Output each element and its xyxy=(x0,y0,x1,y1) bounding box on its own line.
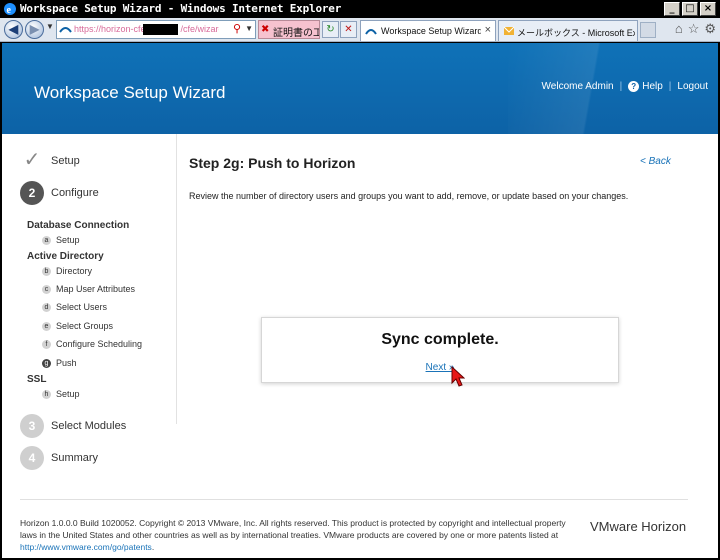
logout-link[interactable]: Logout xyxy=(677,81,708,92)
forward-arrow-icon[interactable]: ▶ xyxy=(25,20,44,39)
group-active-directory: Active Directory xyxy=(27,251,104,262)
maximize-button[interactable]: □ xyxy=(682,2,698,16)
site-favicon-icon xyxy=(59,27,72,33)
next-link[interactable]: Next » xyxy=(262,362,618,373)
ie-icon: e xyxy=(4,3,16,16)
patents-link[interactable]: http://www.vmware.com/go/patents xyxy=(20,542,152,552)
step-setup[interactable]: ✓ Setup xyxy=(20,149,80,173)
substep-letter: f xyxy=(42,339,51,349)
substep-letter: c xyxy=(42,284,51,294)
substep-directory[interactable]: b Directory xyxy=(42,266,92,276)
step-number: 2 xyxy=(20,181,44,205)
substep-letter: d xyxy=(42,302,51,312)
help-label: Help xyxy=(642,81,663,92)
step-number: 3 xyxy=(20,414,44,438)
step-label: Select Modules xyxy=(51,420,127,432)
sync-status-panel: Sync complete. Next » xyxy=(261,317,619,383)
window-frame xyxy=(0,42,2,560)
tab-label: メールボックス - Microsoft Exch... xyxy=(517,28,635,38)
help-link[interactable]: ? Help xyxy=(628,81,663,92)
refresh-icon[interactable]: ↻ xyxy=(322,21,339,38)
footer-copyright: Horizon 1.0.0.0 Build 1020052. Copyright… xyxy=(20,517,580,553)
page-title: Workspace Setup Wizard xyxy=(34,83,226,102)
certificate-error-tab[interactable]: ✖ 証明書の工... xyxy=(258,20,320,39)
outlook-icon xyxy=(503,26,515,35)
substep-label: Setup xyxy=(56,235,80,245)
svg-text:e: e xyxy=(7,5,12,16)
step-label: Summary xyxy=(51,452,99,464)
home-icon[interactable]: ⌂ xyxy=(675,21,683,37)
vmware-horizon-logo: VMware Horizon xyxy=(590,519,687,534)
gear-icon[interactable]: ⚙ xyxy=(704,21,716,37)
mouse-cursor-icon xyxy=(451,366,465,387)
history-dropdown-icon[interactable]: ▼ xyxy=(46,22,54,31)
stop-icon[interactable]: ✕ xyxy=(340,21,357,38)
substep-letter: a xyxy=(42,235,51,245)
tab-exchange-mailbox[interactable]: メールボックス - Microsoft Exch... xyxy=(498,20,638,41)
divider: | xyxy=(668,81,672,92)
step-configure[interactable]: 2 Configure xyxy=(20,181,99,205)
substep-configure-scheduling[interactable]: f Configure Scheduling xyxy=(42,339,142,349)
search-icon[interactable]: ⚲ xyxy=(233,22,241,35)
header-links: Welcome Admin | ? Help | Logout xyxy=(542,81,708,92)
shield-error-icon: ✖ xyxy=(261,24,270,35)
back-link[interactable]: < Back xyxy=(640,156,671,167)
star-icon[interactable]: ☆ xyxy=(688,21,700,37)
substep-letter: e xyxy=(42,321,51,331)
page-content: Workspace Setup Wizard Welcome Admin | ?… xyxy=(2,43,718,558)
substep-select-groups[interactable]: e Select Groups xyxy=(42,321,113,331)
certificate-error-label: 証明書の工... xyxy=(273,28,319,39)
new-tab-button[interactable] xyxy=(640,22,656,38)
redacted-block xyxy=(143,24,178,35)
workspace-icon xyxy=(365,29,377,35)
step-number: 4 xyxy=(20,446,44,470)
substep-label: Directory xyxy=(56,266,93,276)
group-database-connection: Database Connection xyxy=(27,220,130,231)
address-bar[interactable]: https://horizon-cfe/cfe/wizard/pus ⚲ ▼ xyxy=(56,20,256,39)
step-summary[interactable]: 4 Summary xyxy=(20,446,98,470)
substep-map-user-attributes[interactable]: c Map User Attributes xyxy=(42,284,135,294)
copyright-text: Horizon 1.0.0.0 Build 1020052. Copyright… xyxy=(20,518,566,540)
footer-divider xyxy=(20,499,688,500)
browser-toolbar: ◀ ▶ ▼ https://horizon-cfe/cfe/wizard/pus… xyxy=(0,18,720,42)
substep-label: Select Groups xyxy=(56,321,114,331)
substep-letter: b xyxy=(42,266,51,276)
group-ssl: SSL xyxy=(27,374,47,385)
tab-workspace-setup[interactable]: Workspace Setup Wizard × xyxy=(360,20,496,41)
step-label: Configure xyxy=(51,187,99,199)
substep-label: Map User Attributes xyxy=(56,284,136,294)
tab-label: Workspace Setup Wizard xyxy=(381,26,481,36)
checkmark-icon: ✓ xyxy=(23,149,41,171)
back-arrow-icon[interactable]: ◀ xyxy=(4,20,23,39)
window-titlebar: e Workspace Setup Wizard - Windows Inter… xyxy=(0,0,720,18)
help-icon: ? xyxy=(628,81,640,92)
window-title: Workspace Setup Wizard - Windows Interne… xyxy=(20,2,342,15)
substep-push[interactable]: g Push xyxy=(42,358,77,368)
substep-select-users[interactable]: d Select Users xyxy=(42,302,107,312)
copyright-text-end: . xyxy=(151,542,155,552)
divider: | xyxy=(619,81,623,92)
chevron-down-icon[interactable]: ▼ xyxy=(245,24,253,33)
substep-database-setup[interactable]: a Setup xyxy=(42,235,80,245)
wizard-sidebar: ✓ Setup 2 Configure Database Connection … xyxy=(2,134,177,424)
sync-status-text: Sync complete. xyxy=(381,331,499,348)
minimize-button[interactable]: _ xyxy=(664,2,680,16)
step-select-modules[interactable]: 3 Select Modules xyxy=(20,414,126,438)
substep-letter: h xyxy=(42,389,51,399)
substep-label: Select Users xyxy=(56,302,108,312)
close-icon[interactable]: × xyxy=(485,24,491,36)
step-description: Review the number of directory users and… xyxy=(189,191,629,201)
substep-label: Push xyxy=(56,358,77,368)
substep-ssl-setup[interactable]: h Setup xyxy=(42,389,80,399)
header-banner: Workspace Setup Wizard Welcome Admin | ?… xyxy=(2,43,718,134)
substep-letter: g xyxy=(42,358,51,368)
substep-label: Setup xyxy=(56,389,80,399)
close-window-button[interactable]: × xyxy=(700,2,716,16)
step-heading: Step 2g: Push to Horizon xyxy=(189,155,356,171)
substep-label: Configure Scheduling xyxy=(56,339,143,349)
step-label: Setup xyxy=(51,155,80,167)
welcome-text: Welcome Admin xyxy=(541,81,614,92)
